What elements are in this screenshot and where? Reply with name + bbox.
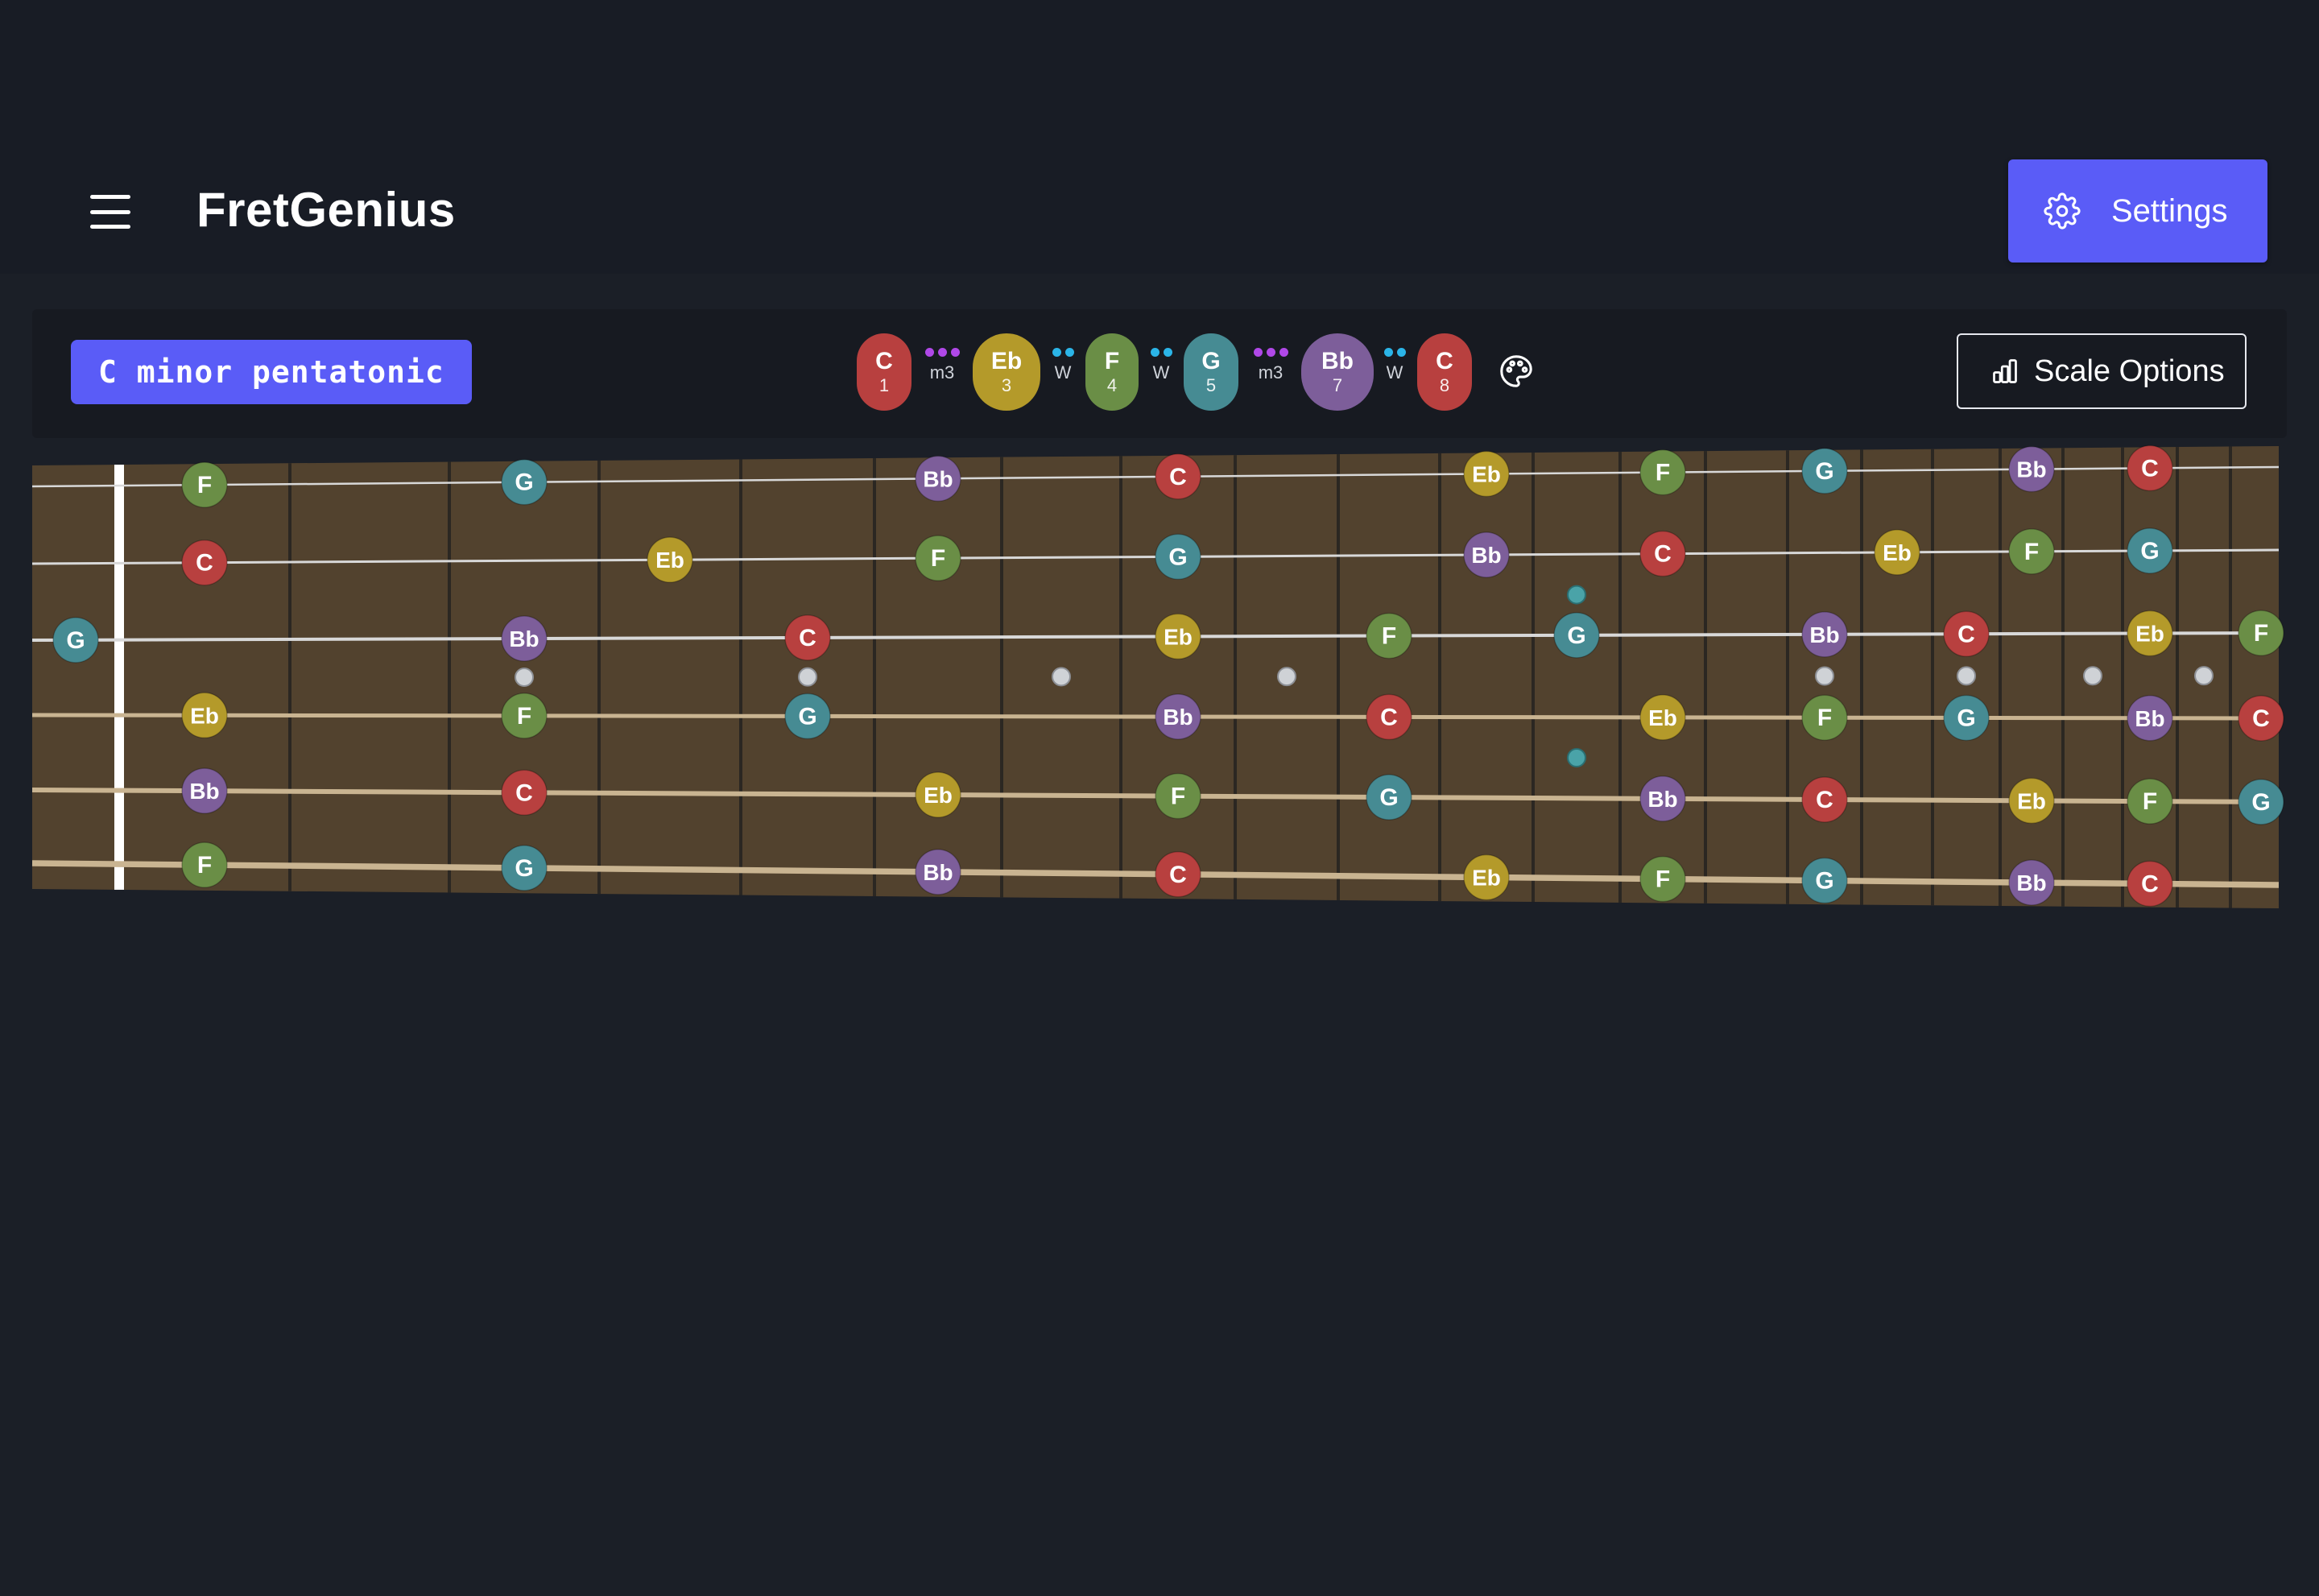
- fret-note-label: F: [1171, 784, 1185, 810]
- fret-note-label: F: [197, 472, 212, 498]
- fret-note-label: G: [515, 855, 533, 882]
- fret-note-label: C: [515, 779, 533, 806]
- fret-note-label: F: [517, 703, 531, 730]
- fret-note-label: Bb: [189, 779, 219, 804]
- fret-note-label: C: [799, 625, 816, 651]
- fret-note-label: Bb: [2016, 457, 2046, 482]
- fret-note-label: F: [1817, 705, 1832, 731]
- fret-wire: [1999, 448, 2002, 907]
- fret-note-label: C: [2252, 705, 2270, 732]
- fret-wire: [1234, 455, 1237, 899]
- fret-note-label: Bb: [1163, 705, 1193, 730]
- fret-note-label: Bb: [1647, 787, 1677, 812]
- fret-note-label: G: [66, 627, 85, 654]
- fret-note-label: Eb: [1883, 540, 1912, 565]
- fret-note-label: G: [1957, 705, 1975, 731]
- fret-note-label: F: [2254, 620, 2268, 647]
- fret-note-label: G: [1567, 622, 1585, 649]
- fret-wire: [1532, 452, 1535, 903]
- fret-marker-dot: [1957, 666, 1976, 686]
- fret-note-label: F: [197, 852, 212, 879]
- fret-note-label: F: [931, 545, 945, 572]
- fret-marker-dot: [1277, 667, 1296, 687]
- fret-note-label: G: [1379, 784, 1398, 811]
- fret-note-label: Bb: [2135, 706, 2164, 731]
- fret-note-label: Bb: [923, 860, 953, 885]
- fret-note-label: C: [2141, 455, 2159, 482]
- fret-wire: [2176, 447, 2179, 908]
- fret-note-label: F: [1656, 866, 1670, 893]
- fret-wire: [597, 460, 601, 895]
- fret-note-label: Eb: [924, 783, 953, 808]
- fret-wire: [739, 459, 742, 895]
- fret-note-label: Eb: [1164, 624, 1193, 649]
- fret-marker-dot: [1815, 666, 1834, 686]
- fret-note-label: C: [2141, 870, 2159, 897]
- fret-wire: [1931, 449, 1934, 906]
- fret-note-label: Bb: [923, 466, 953, 491]
- fret-wire: [1119, 456, 1122, 899]
- fret-wire: [1786, 450, 1789, 904]
- fret-marker-dot: [2194, 666, 2214, 686]
- fret-note-label: Eb: [1472, 461, 1501, 486]
- fret-marker-dot: [1567, 748, 1586, 768]
- fret-note-label: G: [1815, 868, 1833, 895]
- fret-wire: [2121, 447, 2124, 908]
- fret-note-label: C: [1654, 541, 1672, 568]
- fret-wire: [2061, 448, 2065, 907]
- fret-wire: [1000, 457, 1003, 898]
- fret-note-label: G: [515, 469, 533, 496]
- fretboard-wood: [32, 446, 2279, 908]
- fret-note-label: Eb: [190, 703, 219, 728]
- fret-note-label: G: [1168, 544, 1187, 570]
- fret-note-label: F: [1382, 623, 1396, 650]
- fret-note-label: Bb: [509, 626, 539, 651]
- fret-note-label: C: [1816, 787, 1833, 813]
- fret-note-label: Eb: [1472, 865, 1501, 890]
- fret-note-label: C: [1169, 464, 1187, 490]
- fret-wire: [1860, 449, 1863, 905]
- fret-marker-dot: [1052, 667, 1071, 687]
- fret-note-label: Eb: [1648, 705, 1677, 730]
- fret-note-label: G: [1815, 458, 1833, 485]
- fret-note-label: Bb: [1471, 543, 1501, 568]
- fret-note-label: Bb: [2016, 870, 2046, 895]
- fret-wire: [873, 458, 876, 896]
- fret-note-label: G: [798, 703, 816, 730]
- nut: [114, 465, 124, 890]
- fret-note-label: G: [2251, 789, 2270, 816]
- fret-note-label: F: [1656, 460, 1670, 486]
- fret-wire: [2229, 446, 2232, 908]
- fret-marker-dot: [515, 667, 534, 687]
- fret-note-label: Eb: [655, 548, 684, 573]
- fret-note-label: C: [1169, 862, 1187, 888]
- fret-note-label: Bb: [1809, 622, 1839, 647]
- fret-note-label: C: [1957, 621, 1975, 647]
- fret-wire: [288, 463, 291, 891]
- fret-note-label: Eb: [2135, 622, 2164, 647]
- fret-wire: [448, 461, 451, 893]
- fret-marker-dot: [798, 667, 817, 687]
- fret-wire: [1438, 453, 1441, 902]
- fret-wire: [1704, 451, 1707, 903]
- fret-note-label: F: [2143, 788, 2157, 815]
- fret-note-label: C: [1380, 704, 1398, 730]
- fret-marker-dot: [1567, 585, 1586, 605]
- fret-note-label: Eb: [2017, 788, 2046, 813]
- fret-marker-dot: [2083, 666, 2102, 686]
- fret-note-label: G: [2140, 538, 2159, 564]
- fret-wire: [1618, 452, 1622, 903]
- fret-note-label: C: [196, 550, 213, 577]
- fretboard: F G Bb C Eb F G Bb C C Eb F G Bb C Eb F G G Bb C Eb F G Bb C Eb F Eb…: [31, 444, 2284, 908]
- fret-note-label: F: [2024, 539, 2039, 565]
- fret-wire: [1337, 454, 1340, 900]
